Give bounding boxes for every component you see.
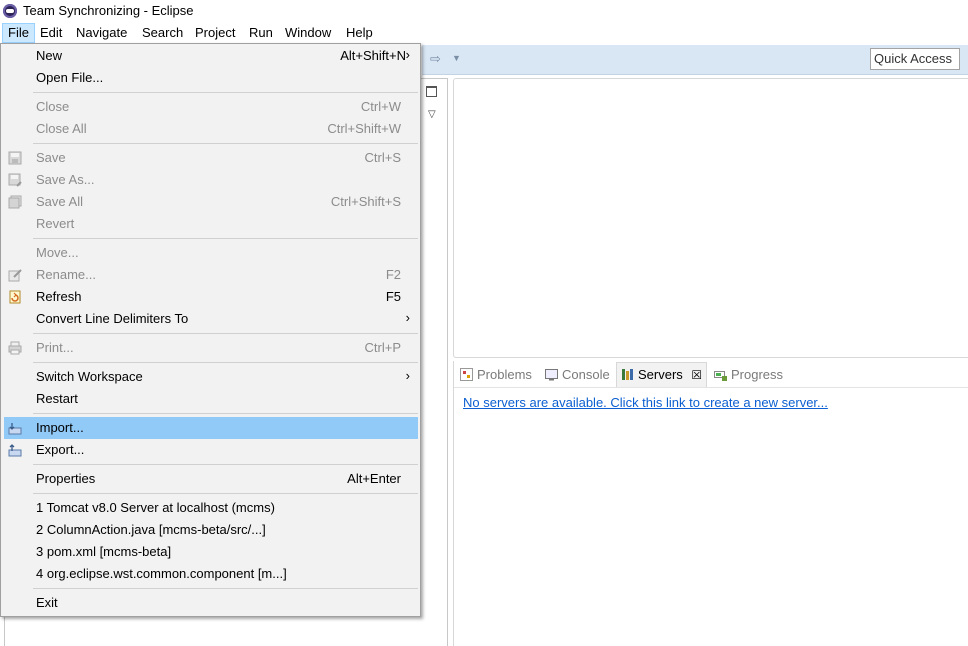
save-as-icon [8,173,22,187]
menu-item-recent-2[interactable]: 2 ColumnAction.java [mcms-beta/src/...] [4,519,418,541]
menu-item-rename[interactable]: Rename... F2 [4,264,418,286]
forward-arrow-icon[interactable]: ⇨ [430,51,441,67]
menu-item-move[interactable]: Move... [4,242,418,264]
export-icon [8,443,22,457]
panel-tabs: Problems Console Servers ☒ Progress [454,361,968,388]
console-icon [545,367,558,381]
save-all-icon [8,195,22,209]
menu-window[interactable]: Window [280,24,336,42]
view-menu-icon[interactable]: ▽ [428,109,436,120]
progress-icon [714,367,727,381]
menu-item-convert-line-delimiters[interactable]: Convert Line Delimiters To › [4,308,418,330]
menu-item-save-all[interactable]: Save All Ctrl+Shift+S [4,191,418,213]
import-icon [8,421,22,435]
menu-item-close[interactable]: Close Ctrl+W [4,96,418,118]
menu-file[interactable]: File [2,23,35,43]
maximize-icon[interactable] [426,86,437,97]
close-icon[interactable]: ☒ [691,368,702,382]
submenu-arrow-icon: › [405,368,410,383]
dropdown-triangle-icon[interactable]: ▼ [452,53,461,63]
tab-console[interactable]: Console [545,365,610,385]
menu-run[interactable]: Run [244,24,278,42]
menu-separator [33,238,418,239]
menu-separator [33,493,418,494]
refresh-icon [8,290,22,304]
menu-search[interactable]: Search [137,24,188,42]
rename-icon [8,268,22,282]
menu-item-open-file[interactable]: Open File... [4,67,418,89]
menu-item-recent-1[interactable]: 1 Tomcat v8.0 Server at localhost (mcms) [4,497,418,519]
menu-separator [33,333,418,334]
menu-bar: File Edit Navigate Search Project Run Wi… [0,22,968,43]
menu-item-exit[interactable]: Exit [4,592,418,614]
tab-problems[interactable]: Problems [460,365,532,385]
quick-access-field[interactable]: Quick Access [870,48,960,70]
menu-item-save[interactable]: Save Ctrl+S [4,147,418,169]
menu-separator [33,143,418,144]
create-server-link[interactable]: No servers are available. Click this lin… [463,395,828,410]
menu-item-close-all[interactable]: Close All Ctrl+Shift+W [4,118,418,140]
tab-servers[interactable]: Servers ☒ [616,362,708,387]
menu-item-revert[interactable]: Revert [4,213,418,235]
servers-icon [621,365,634,380]
problems-icon [460,367,473,381]
submenu-arrow-icon: › [405,310,410,325]
menu-item-switch-workspace[interactable]: Switch Workspace › [4,366,418,388]
menu-separator [33,92,418,93]
menu-item-recent-4[interactable]: 4 org.eclipse.wst.common.component [m...… [4,563,418,585]
menu-item-properties[interactable]: Properties Alt+Enter [4,468,418,490]
menu-separator [33,588,418,589]
menu-item-recent-3[interactable]: 3 pom.xml [mcms-beta] [4,541,418,563]
print-icon [8,341,22,355]
window-title: Team Synchronizing - Eclipse [23,3,194,18]
bottom-panel: Problems Console Servers ☒ Progress No s… [453,361,968,646]
menu-separator [33,464,418,465]
eclipse-icon [3,4,17,18]
menu-help[interactable]: Help [341,24,378,42]
menu-edit[interactable]: Edit [35,24,67,42]
save-icon [8,151,22,165]
menu-separator [33,413,418,414]
file-menu: New Alt+Shift+N › Open File... Close Ctr… [0,43,421,617]
menu-item-save-as[interactable]: Save As... [4,169,418,191]
editor-area [453,78,968,358]
menu-item-restart[interactable]: Restart [4,388,418,410]
menu-item-new[interactable]: New Alt+Shift+N › [4,45,418,67]
menu-item-print[interactable]: Print... Ctrl+P [4,337,418,359]
menu-navigate[interactable]: Navigate [71,24,132,42]
title-bar: Team Synchronizing - Eclipse [0,0,968,22]
tab-progress[interactable]: Progress [714,365,783,385]
menu-item-export[interactable]: Export... [4,439,418,461]
menu-item-import[interactable]: Import... [4,417,418,439]
submenu-arrow-icon: › [405,47,410,62]
menu-separator [33,362,418,363]
menu-item-refresh[interactable]: Refresh F5 [4,286,418,308]
menu-project[interactable]: Project [190,24,240,42]
